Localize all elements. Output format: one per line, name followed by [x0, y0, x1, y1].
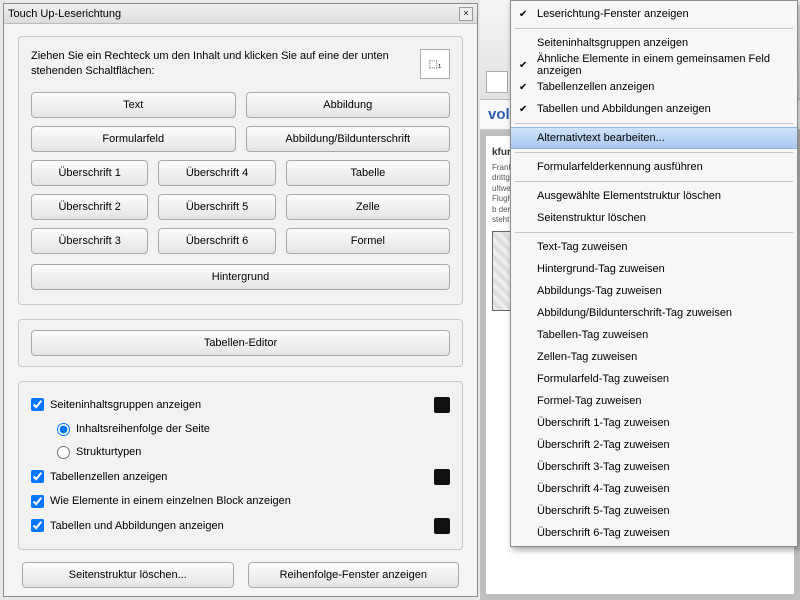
menu-item[interactable]: Überschrift 2-Tag zuweisen	[511, 434, 797, 456]
menu-item[interactable]: Abbildungs-Tag zuweisen	[511, 280, 797, 302]
cell-button[interactable]: Zelle	[286, 194, 450, 220]
h2-button[interactable]: Überschrift 2	[31, 194, 148, 220]
color-swatch[interactable]	[434, 518, 450, 534]
color-swatch[interactable]	[434, 469, 450, 485]
menu-item[interactable]: Formel-Tag zuweisen	[511, 390, 797, 412]
show-cells-checkbox[interactable]	[31, 470, 44, 483]
background-button[interactable]: Hintergrund	[31, 264, 450, 290]
formfield-button[interactable]: Formularfeld	[31, 126, 236, 152]
content-order-radio[interactable]	[57, 423, 70, 436]
show-order-panel-button[interactable]: Reihenfolge-Fenster anzeigen	[248, 562, 460, 588]
close-icon[interactable]: ×	[459, 7, 473, 21]
menu-item[interactable]: Seiteninhaltsgruppen anzeigen	[511, 32, 797, 54]
menu-item[interactable]: Überschrift 6-Tag zuweisen	[511, 522, 797, 544]
show-block-label: Wie Elemente in einem einzelnen Block an…	[50, 495, 291, 507]
selection-icon: ⬚₁	[420, 49, 450, 79]
menu-item[interactable]: Seitenstruktur löschen	[511, 207, 797, 229]
menu-item[interactable]: Formularfeld-Tag zuweisen	[511, 368, 797, 390]
menu-item[interactable]: Überschrift 1-Tag zuweisen	[511, 412, 797, 434]
formula-button[interactable]: Formel	[286, 228, 450, 254]
reading-order-dialog: Touch Up-Leserichtung × Ziehen Sie ein R…	[3, 3, 478, 597]
menu-item[interactable]: ✔Leserichtung-Fenster anzeigen	[511, 3, 797, 25]
show-tables-figures-label: Tabellen und Abbildungen anzeigen	[50, 520, 224, 532]
display-options: Seiteninhaltsgruppen anzeigen Inhaltsrei…	[18, 381, 463, 550]
image-caption-button[interactable]: Abbildung/Bildunterschrift	[246, 126, 451, 152]
h3-button[interactable]: Überschrift 3	[31, 228, 148, 254]
menu-item[interactable]: Überschrift 5-Tag zuweisen	[511, 500, 797, 522]
image-button[interactable]: Abbildung	[246, 92, 451, 118]
h4-button[interactable]: Überschrift 4	[158, 160, 275, 186]
instruction-text: Ziehen Sie ein Rechteck um den Inhalt un…	[31, 49, 410, 80]
content-order-label: Inhaltsreihenfolge der Seite	[76, 423, 210, 435]
menu-separator	[515, 123, 793, 124]
menu-item[interactable]: ✔Tabellenzellen anzeigen	[511, 76, 797, 98]
menu-item-alt-text[interactable]: Alternativtext bearbeiten...	[511, 127, 797, 149]
clear-structure-button[interactable]: Seitenstruktur löschen...	[22, 562, 234, 588]
context-menu: ✔Leserichtung-Fenster anzeigen Seiteninh…	[510, 0, 798, 547]
menu-separator	[515, 181, 793, 182]
show-cells-label: Tabellenzellen anzeigen	[50, 471, 167, 483]
h6-button[interactable]: Überschrift 6	[158, 228, 275, 254]
toolbar-icon[interactable]	[486, 71, 508, 93]
menu-item[interactable]: Zellen-Tag zuweisen	[511, 346, 797, 368]
menu-item[interactable]: Formularfelderkennung ausführen	[511, 156, 797, 178]
text-button[interactable]: Text	[31, 92, 236, 118]
menu-item[interactable]: Abbildung/Bildunterschrift-Tag zuweisen	[511, 302, 797, 324]
menu-item[interactable]: Überschrift 4-Tag zuweisen	[511, 478, 797, 500]
show-groups-checkbox[interactable]	[31, 398, 44, 411]
menu-item[interactable]: ✔Ähnliche Elemente in einem gemeinsamen …	[511, 54, 797, 76]
check-icon: ✔	[519, 9, 527, 20]
check-icon: ✔	[519, 104, 527, 115]
structure-types-radio[interactable]	[57, 446, 70, 459]
structure-types-label: Strukturtypen	[76, 446, 141, 458]
check-icon: ✔	[519, 60, 527, 71]
check-icon: ✔	[519, 82, 527, 93]
h1-button[interactable]: Überschrift 1	[31, 160, 148, 186]
menu-item[interactable]: Tabellen-Tag zuweisen	[511, 324, 797, 346]
menu-item[interactable]: Text-Tag zuweisen	[511, 236, 797, 258]
color-swatch[interactable]	[434, 397, 450, 413]
tagging-group: Ziehen Sie ein Rechteck um den Inhalt un…	[18, 36, 463, 305]
menu-item[interactable]: ✔Tabellen und Abbildungen anzeigen	[511, 98, 797, 120]
show-block-checkbox[interactable]	[31, 495, 44, 508]
menu-separator	[515, 152, 793, 153]
dialog-title: Touch Up-Leserichtung	[8, 8, 121, 20]
h5-button[interactable]: Überschrift 5	[158, 194, 275, 220]
menu-item[interactable]: Hintergrund-Tag zuweisen	[511, 258, 797, 280]
table-button[interactable]: Tabelle	[286, 160, 450, 186]
menu-separator	[515, 232, 793, 233]
table-editor-button[interactable]: Tabellen-Editor	[31, 330, 450, 356]
dialog-titlebar[interactable]: Touch Up-Leserichtung ×	[4, 4, 477, 24]
menu-separator	[515, 28, 793, 29]
menu-item[interactable]: Ausgewählte Elementstruktur löschen	[511, 185, 797, 207]
menu-item[interactable]: Überschrift 3-Tag zuweisen	[511, 456, 797, 478]
show-groups-label: Seiteninhaltsgruppen anzeigen	[50, 399, 201, 411]
show-tables-figures-checkbox[interactable]	[31, 519, 44, 532]
